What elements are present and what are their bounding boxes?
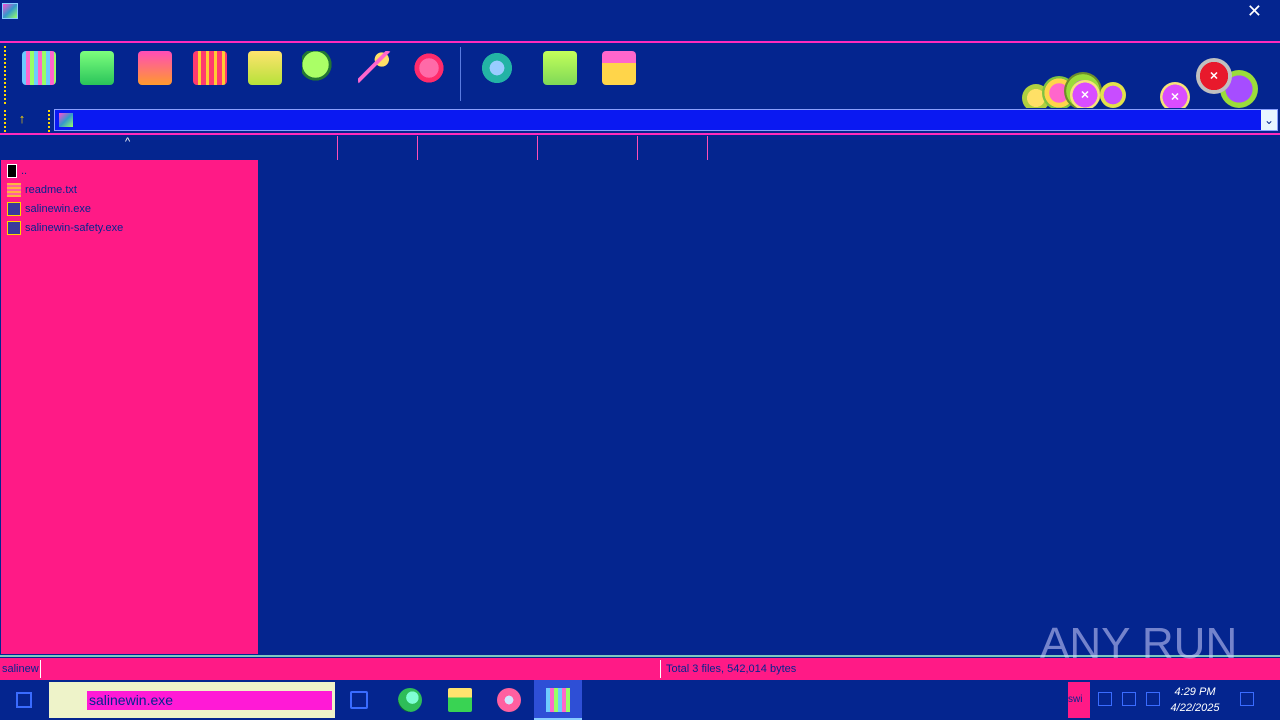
address-bar[interactable]: ⌄ xyxy=(54,109,1278,131)
firefox-icon[interactable] xyxy=(497,688,521,712)
list-item[interactable]: readme.txt xyxy=(7,181,77,199)
archive-icon xyxy=(59,113,73,127)
exe-file-icon xyxy=(7,202,21,216)
volume-icon[interactable] xyxy=(1146,692,1160,706)
sfx-icon xyxy=(602,51,636,85)
status-left: salinew xyxy=(2,663,39,675)
tree-header[interactable]: ^ xyxy=(1,136,258,160)
error-icon xyxy=(1100,82,1126,108)
up-folder-button[interactable]: ↑ xyxy=(14,111,30,127)
find-icon xyxy=(302,51,336,85)
toolbar-grip[interactable] xyxy=(4,46,6,104)
battery-icon[interactable] xyxy=(1122,692,1136,706)
title-bar: ✕ xyxy=(0,0,1280,22)
notification-icon[interactable] xyxy=(1240,692,1254,706)
tray-app-label: swi xyxy=(1068,694,1083,705)
file-list-pane[interactable]: .. readme.txt salinewin.exe salinewin-sa… xyxy=(1,160,258,654)
clock-date: 4/22/2025 xyxy=(1170,702,1220,714)
test-icon xyxy=(138,51,172,85)
watermark: ANY RUN xyxy=(1040,608,1240,672)
search-input[interactable]: salinewin.exe xyxy=(87,691,332,710)
clock-time: 4:29 PM xyxy=(1174,686,1216,698)
network-icon[interactable] xyxy=(1098,692,1112,706)
file-detail-pane[interactable] xyxy=(258,160,1280,654)
error-icon xyxy=(1070,80,1100,110)
error-icon xyxy=(1196,58,1232,94)
info-icon xyxy=(412,51,446,85)
column-divider[interactable] xyxy=(337,136,338,160)
list-item[interactable]: salinewin.exe xyxy=(7,200,91,218)
extract-icon xyxy=(80,51,114,85)
list-item-label: salinewin-safety.exe xyxy=(25,222,124,234)
delete-button[interactable] xyxy=(246,49,284,87)
comment-button[interactable] xyxy=(541,49,579,87)
extract-button[interactable] xyxy=(78,49,116,87)
address-grip[interactable] xyxy=(4,110,6,132)
list-item[interactable]: .. xyxy=(7,162,27,180)
sfx-button[interactable] xyxy=(600,49,638,87)
arrow-up-icon: ↑ xyxy=(18,111,26,126)
app-icon[interactable] xyxy=(2,3,18,19)
virusscan-icon xyxy=(480,51,514,85)
tray-app[interactable]: swi xyxy=(1068,682,1090,718)
view-icon xyxy=(193,51,227,85)
text-file-icon xyxy=(7,183,21,197)
chevron-down-icon: ⌄ xyxy=(1263,113,1275,127)
comment-icon xyxy=(543,51,577,85)
address-grip-2[interactable] xyxy=(48,110,50,132)
info-button[interactable] xyxy=(410,49,448,87)
winrar-icon xyxy=(546,688,570,712)
pane-divider xyxy=(0,133,1280,135)
wizard-button[interactable] xyxy=(356,49,394,87)
edge-icon[interactable] xyxy=(398,688,422,712)
wizard-icon xyxy=(358,51,392,85)
taskbar-search[interactable]: salinewin.exe xyxy=(49,682,335,718)
window-close-button[interactable]: ✕ xyxy=(1247,1,1262,22)
test-button[interactable] xyxy=(136,49,174,87)
watermark-text: ANY RUN xyxy=(1040,619,1237,668)
add-button[interactable] xyxy=(20,49,58,87)
column-divider[interactable] xyxy=(537,136,538,160)
sort-arrow-icon: ^ xyxy=(125,136,131,148)
watermark-logo: ANY RUN xyxy=(1040,619,1237,668)
exe-file-icon xyxy=(7,221,21,235)
address-dropdown-button[interactable]: ⌄ xyxy=(1261,110,1277,130)
status-divider xyxy=(660,660,661,678)
toolbar-separator xyxy=(460,47,461,101)
task-view-icon[interactable] xyxy=(350,691,368,709)
view-button[interactable] xyxy=(191,49,229,87)
column-divider[interactable] xyxy=(417,136,418,160)
column-divider[interactable] xyxy=(637,136,638,160)
file-explorer-icon[interactable] xyxy=(448,688,472,712)
list-item-label: readme.txt xyxy=(25,184,77,196)
status-divider xyxy=(40,660,41,678)
list-item-label: salinewin.exe xyxy=(25,203,92,215)
add-icon xyxy=(22,51,56,85)
list-item-label: .. xyxy=(21,165,28,177)
status-total: Total 3 files, 542,014 bytes xyxy=(666,663,797,675)
find-button[interactable] xyxy=(300,49,338,87)
taskbar: salinewin.exe swi 4:29 PM 4/22/2025 xyxy=(0,680,1280,720)
taskbar-winrar[interactable] xyxy=(534,680,582,720)
virusscan-button[interactable] xyxy=(478,49,516,87)
column-divider[interactable] xyxy=(707,136,708,160)
parent-folder-icon xyxy=(7,164,17,178)
delete-icon xyxy=(248,51,282,85)
list-item[interactable]: salinewin-safety.exe xyxy=(7,219,123,237)
column-headers xyxy=(258,136,1280,160)
start-button[interactable] xyxy=(16,692,32,708)
taskbar-clock[interactable]: 4:29 PM 4/22/2025 xyxy=(1160,684,1230,716)
error-icon-cluster xyxy=(1020,50,1280,112)
